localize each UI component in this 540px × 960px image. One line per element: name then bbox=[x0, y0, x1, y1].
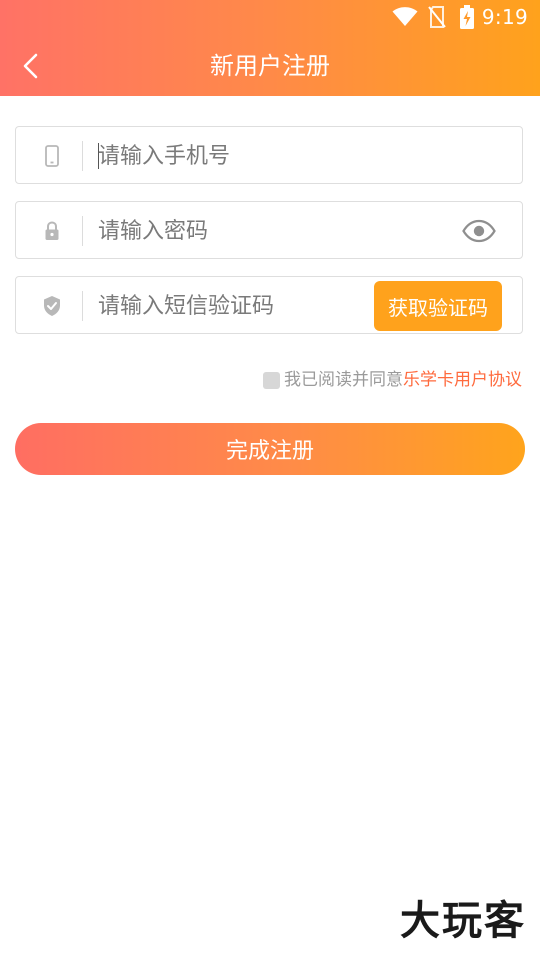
user-agreement-link[interactable]: 乐学卡用户协议 bbox=[403, 368, 522, 392]
phone-icon bbox=[45, 145, 59, 167]
shield-icon bbox=[44, 296, 60, 316]
battery-charging-icon bbox=[460, 5, 474, 29]
app-header: 9:19 新用户注册 bbox=[0, 0, 540, 96]
status-bar: 9:19 bbox=[0, 0, 540, 36]
password-input[interactable] bbox=[98, 212, 438, 250]
page-title: 新用户注册 bbox=[210, 52, 330, 80]
agreement-row: 我已阅读并同意 乐学卡用户协议 bbox=[263, 368, 522, 392]
sms-code-input[interactable] bbox=[98, 287, 368, 325]
watermark-logo: 大玩客 bbox=[400, 898, 526, 944]
password-field bbox=[15, 201, 523, 259]
lock-icon bbox=[45, 221, 59, 240]
field-divider bbox=[82, 216, 83, 246]
no-sim-icon bbox=[428, 6, 446, 28]
agreement-checkbox[interactable] bbox=[263, 371, 280, 389]
wifi-icon bbox=[392, 7, 418, 26]
phone-input[interactable] bbox=[98, 137, 498, 175]
field-divider bbox=[82, 291, 83, 321]
complete-registration-button[interactable]: 完成注册 bbox=[15, 423, 525, 475]
field-divider bbox=[82, 141, 83, 171]
eye-icon[interactable] bbox=[462, 219, 496, 243]
status-time: 9:19 bbox=[481, 5, 528, 29]
get-code-button[interactable]: 获取验证码 bbox=[374, 281, 502, 331]
agreement-text: 我已阅读并同意 bbox=[284, 370, 403, 390]
sms-code-field: 获取验证码 bbox=[15, 276, 523, 334]
phone-field bbox=[15, 126, 523, 184]
